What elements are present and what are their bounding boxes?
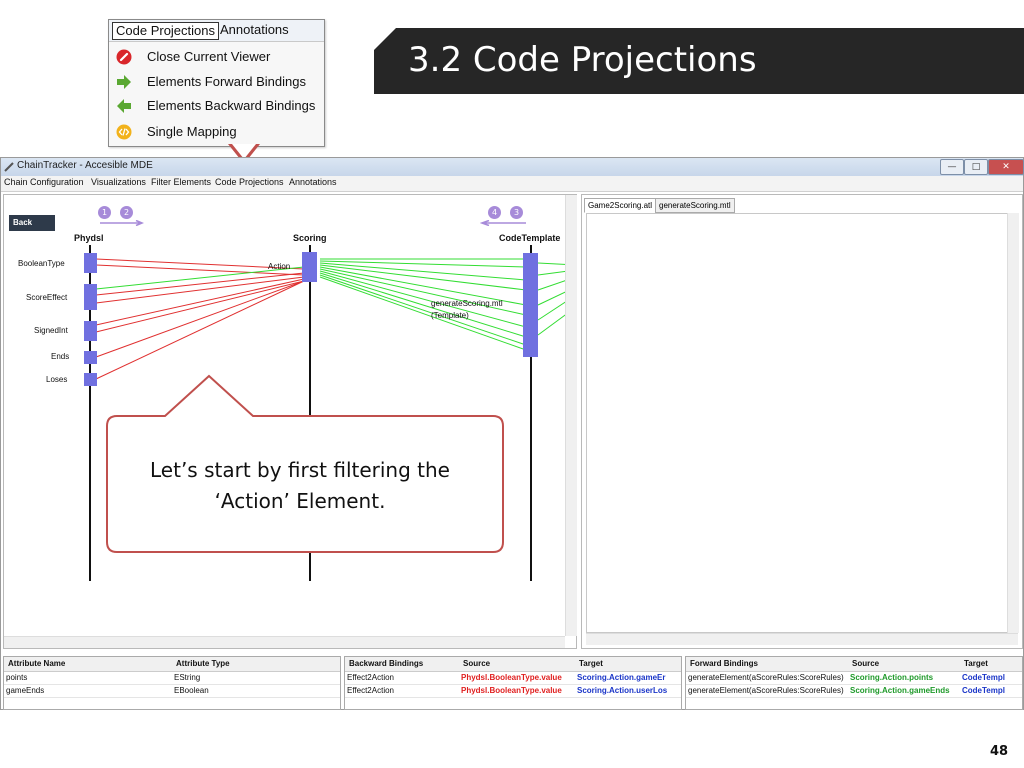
window-title: ChainTracker - Accesible MDE — [17, 160, 153, 171]
menu-item-label: Elements Forward Bindings — [147, 74, 306, 89]
cell-binding: generateElement(aScoreRules:ScoreRules) — [688, 686, 844, 695]
menu-visualizations[interactable]: Visualizations — [91, 177, 146, 187]
table-row[interactable]: points EString — [4, 672, 340, 685]
table-row[interactable]: generateElement(aScoreRules:ScoreRules) … — [686, 685, 1022, 698]
cell-source: Scoring.Action.points — [850, 673, 934, 682]
table-row[interactable]: Effect2Action Phydsl.BooleanType.value S… — [345, 685, 681, 698]
header-forward-bindings[interactable]: Forward Bindings — [688, 657, 758, 671]
menu-item-label: Close Current Viewer — [147, 49, 271, 64]
header-target[interactable]: Target — [962, 657, 988, 671]
cell-binding: Effect2Action — [347, 673, 394, 682]
viz-horizontal-scrollbar[interactable] — [4, 636, 565, 648]
editor-vertical-scrollbar[interactable] — [1007, 213, 1019, 633]
table-header: Attribute Name Attribute Type — [4, 657, 340, 672]
menu-item-label: Single Mapping — [147, 124, 237, 139]
code-projections-menu-zoom: Code Projections Annotations Close Curre… — [108, 19, 325, 147]
element-label-action: Action — [268, 262, 291, 271]
template-generatescoring-node[interactable] — [523, 253, 538, 357]
menu-item-label: Elements Backward Bindings — [147, 98, 316, 113]
header-attribute-type[interactable]: Attribute Type — [174, 657, 230, 671]
callout-text: Let’s start by first filtering the ‘Acti… — [150, 458, 450, 513]
backward-bindings-table: Backward Bindings Source Target Effect2A… — [344, 656, 682, 710]
cell-attribute-type: EString — [174, 673, 201, 682]
editor-horizontal-scrollbar[interactable] — [586, 633, 1018, 645]
code-icon — [116, 124, 132, 140]
menu-item-forward-bindings[interactable]: Elements Forward Bindings — [109, 70, 324, 94]
arrow-left-icon — [117, 99, 131, 113]
minimize-button[interactable]: — — [940, 159, 964, 175]
table-row[interactable]: generateElement(aScoreRules:ScoreRules) … — [686, 672, 1022, 685]
element-scoreeffect-node[interactable] — [84, 284, 97, 310]
cell-attribute-name: gameEnds — [6, 686, 45, 695]
template-label-type: (Template) — [431, 311, 469, 320]
attributes-table: Attribute Name Attribute Type points ESt… — [3, 656, 341, 710]
arrow-right-icon — [117, 75, 131, 89]
cell-source: Phydsl.BooleanType.value — [461, 673, 562, 682]
popup-tab-code-projections[interactable]: Code Projections — [112, 22, 219, 40]
cell-attribute-name: points — [6, 673, 28, 682]
element-label-ends: Ends — [51, 352, 70, 361]
maximize-button[interactable]: □ — [964, 159, 988, 175]
element-signedint-node[interactable] — [84, 321, 97, 341]
element-ends-node[interactable] — [84, 351, 97, 364]
header-source[interactable]: Source — [461, 657, 490, 671]
popup-tab-annotations[interactable]: Annotations — [217, 22, 292, 38]
cell-target: Scoring.Action.gameEr — [577, 673, 666, 682]
menu-annotations[interactable]: Annotations — [289, 177, 337, 187]
cell-binding: generateElement(aScoreRules:ScoreRules) — [688, 673, 844, 682]
cell-source: Phydsl.BooleanType.value — [461, 686, 562, 695]
header-source[interactable]: Source — [850, 657, 879, 671]
element-label-signedint: SignedInt — [34, 326, 68, 335]
slide-page-number: 48 — [990, 744, 1009, 759]
table-header: Backward Bindings Source Target — [345, 657, 681, 672]
forward-binding-links — [95, 258, 576, 351]
table-header: Forward Bindings Source Target — [686, 657, 1022, 672]
template-label-name: generateScoring.mtl — [431, 299, 503, 308]
table-row[interactable]: gameEnds EBoolean — [4, 685, 340, 698]
menu-code-projections[interactable]: Code Projections — [215, 177, 284, 187]
window-titlebar: ChainTracker - Accesible MDE — □ ✕ — [1, 158, 1024, 176]
element-label-scoreeffect: ScoreEffect — [26, 293, 68, 302]
menu-item-close-current-viewer[interactable]: Close Current Viewer — [109, 45, 324, 69]
tab-generatescoring-mtl[interactable]: generateScoring.mtl — [655, 198, 735, 213]
forward-bindings-table: Forward Bindings Source Target generateE… — [685, 656, 1023, 710]
close-button[interactable]: ✕ — [988, 159, 1024, 175]
viz-vertical-scrollbar[interactable] — [565, 195, 577, 636]
window-menubar: Chain Configuration Visualizations Filte… — [1, 176, 1023, 192]
menu-item-backward-bindings[interactable]: Elements Backward Bindings — [109, 94, 324, 118]
cell-attribute-type: EBoolean — [174, 686, 209, 695]
code-editor[interactable] — [586, 213, 1011, 633]
cell-target: Scoring.Action.userLos — [577, 686, 668, 695]
tab-game2scoring-atl[interactable]: Game2Scoring.atl — [584, 198, 657, 213]
cell-target: CodeTempl — [962, 673, 1005, 682]
header-backward-bindings[interactable]: Backward Bindings — [347, 657, 423, 671]
close-circle-icon — [116, 49, 132, 65]
cell-binding: Effect2Action — [347, 686, 394, 695]
menu-filter-elements[interactable]: Filter Elements — [151, 177, 211, 187]
element-label-booleantype: BooleanType — [18, 259, 65, 268]
header-attribute-name[interactable]: Attribute Name — [6, 657, 65, 671]
cell-target: CodeTempl — [962, 686, 1005, 695]
slide-title: 3.2 Code Projections — [408, 40, 757, 80]
header-target[interactable]: Target — [577, 657, 603, 671]
popup-menubar: Code Projections Annotations — [109, 20, 324, 42]
backward-binding-links — [95, 258, 305, 380]
table-row[interactable]: Effect2Action Phydsl.BooleanType.value S… — [345, 672, 681, 685]
menu-chain-configuration[interactable]: Chain Configuration — [4, 177, 84, 187]
element-action-node[interactable] — [302, 252, 317, 282]
element-booleantype-node[interactable] — [84, 253, 97, 273]
app-icon — [4, 162, 14, 172]
menu-item-single-mapping[interactable]: Single Mapping — [109, 120, 324, 144]
editor-pane: Game2Scoring.atl generateScoring.mtl — [581, 194, 1023, 649]
cell-source: Scoring.Action.gameEnds — [850, 686, 950, 695]
element-label-loses: Loses — [46, 375, 68, 384]
